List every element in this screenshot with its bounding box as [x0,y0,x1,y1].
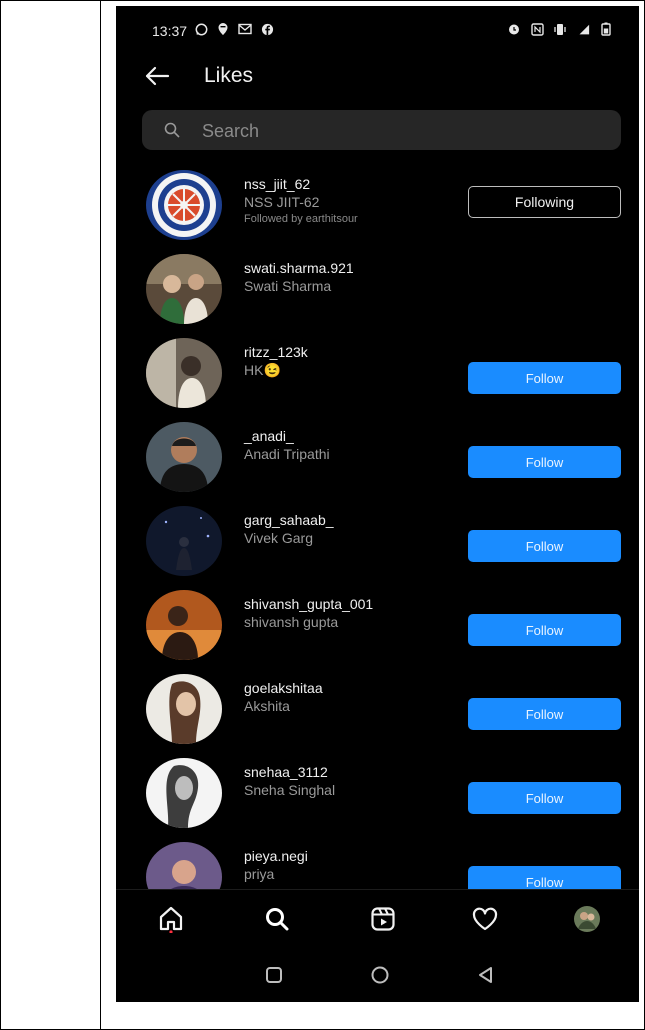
avatar[interactable] [146,590,222,660]
username[interactable]: ritzz_123k [244,344,308,360]
username[interactable]: nss_jiit_62 [244,176,310,192]
username[interactable]: snehaa_3112 [244,764,328,780]
nav-search[interactable] [262,904,292,934]
list-item[interactable]: snehaa_3112 Sneha Singhal Follow [116,752,639,836]
list-item[interactable]: nss_jiit_62 NSS JIIT-62 Followed by eart… [116,164,639,248]
search-input[interactable] [200,110,604,152]
list-item[interactable]: ritzz_123k HK😉 Follow [116,332,639,416]
back-button[interactable] [142,61,172,91]
avatar[interactable] [146,506,222,576]
username[interactable]: pieya.negi [244,848,308,864]
username[interactable]: swati.sharma.921 [244,260,354,276]
facebook-icon [260,22,274,36]
profile-avatar [574,906,600,932]
heart-icon [472,907,498,931]
back-triangle-icon[interactable] [476,965,496,985]
list-item[interactable]: swati.sharma.921 Swati Sharma [116,248,639,332]
avatar[interactable] [146,338,222,408]
home-icon [159,906,183,933]
battery-icon [599,22,613,36]
status-bar: 13:37 [116,6,639,50]
list-item[interactable]: goelakshitaa Akshita Follow [116,668,639,752]
avatar[interactable] [146,170,222,240]
recents-icon[interactable] [264,965,284,985]
following-button[interactable]: Following [468,186,621,218]
table-border-left [0,0,1,1030]
follow-button[interactable]: Follow [468,362,621,394]
alarm-icon [507,22,521,36]
full-name: priya [244,866,275,882]
follow-button[interactable]: Follow [468,782,621,814]
page-title: Likes [204,64,254,87]
list-item[interactable]: _anadi_ Anadi Tripathi Follow [116,416,639,500]
header-bar: Likes [116,56,639,96]
list-item[interactable]: garg_sahaab_ Vivek Garg Follow [116,500,639,584]
search-icon [266,908,289,931]
vibrate-icon [553,22,567,36]
follow-button[interactable]: Follow [468,446,621,478]
emoji: 😉 [263,362,281,378]
full-name: Akshita [244,698,290,714]
full-name: Vivek Garg [244,530,313,546]
system-nav-bar [116,949,639,1002]
avatar[interactable] [146,254,222,324]
avatar[interactable] [146,422,222,492]
notification-icons [194,22,274,36]
username[interactable]: _anadi_ [244,428,294,444]
system-status-icons [507,22,613,36]
reels-icon [371,907,395,931]
nav-activity[interactable] [470,904,500,934]
gmail-icon [238,22,252,36]
bottom-nav [116,889,639,950]
signal-icon [576,22,590,36]
username[interactable]: shivansh_gupta_001 [244,596,373,612]
nav-profile[interactable] [572,904,602,934]
list-item[interactable]: shivansh_gupta_001 shivansh gupta Follow [116,584,639,668]
location-icon [216,22,230,36]
table-column-divider [100,0,101,1030]
full-name: NSS JIIT-62 [244,194,320,210]
table-border-top [0,0,645,1]
nav-home[interactable] [156,904,186,934]
phone-screen: 13:37 Likes Search nss_jiit_62 NSS JIIT-… [116,6,639,1002]
full-name: shivansh gupta [244,614,339,630]
full-name: Swati Sharma [244,278,332,294]
nfc-icon [530,22,544,36]
full-name: HK😉 [244,362,281,378]
search-bar[interactable] [142,110,621,152]
followed-by-text: Followed by earthitsour [244,213,358,225]
full-name: Sneha Singhal [244,782,336,798]
whatsapp-icon [194,22,208,36]
follow-button[interactable]: Follow [468,614,621,646]
username[interactable]: garg_sahaab_ [244,512,334,528]
status-time: 13:37 [152,23,188,39]
search-icon [164,122,180,138]
avatar[interactable] [146,758,222,828]
home-circle-icon[interactable] [370,965,390,985]
arrow-left-icon [145,66,170,86]
username[interactable]: goelakshitaa [244,680,323,696]
full-name: Anadi Tripathi [244,446,330,462]
avatar[interactable] [146,674,222,744]
nav-reels[interactable] [368,904,398,934]
follow-button[interactable]: Follow [468,530,621,562]
follow-button[interactable]: Follow [468,698,621,730]
